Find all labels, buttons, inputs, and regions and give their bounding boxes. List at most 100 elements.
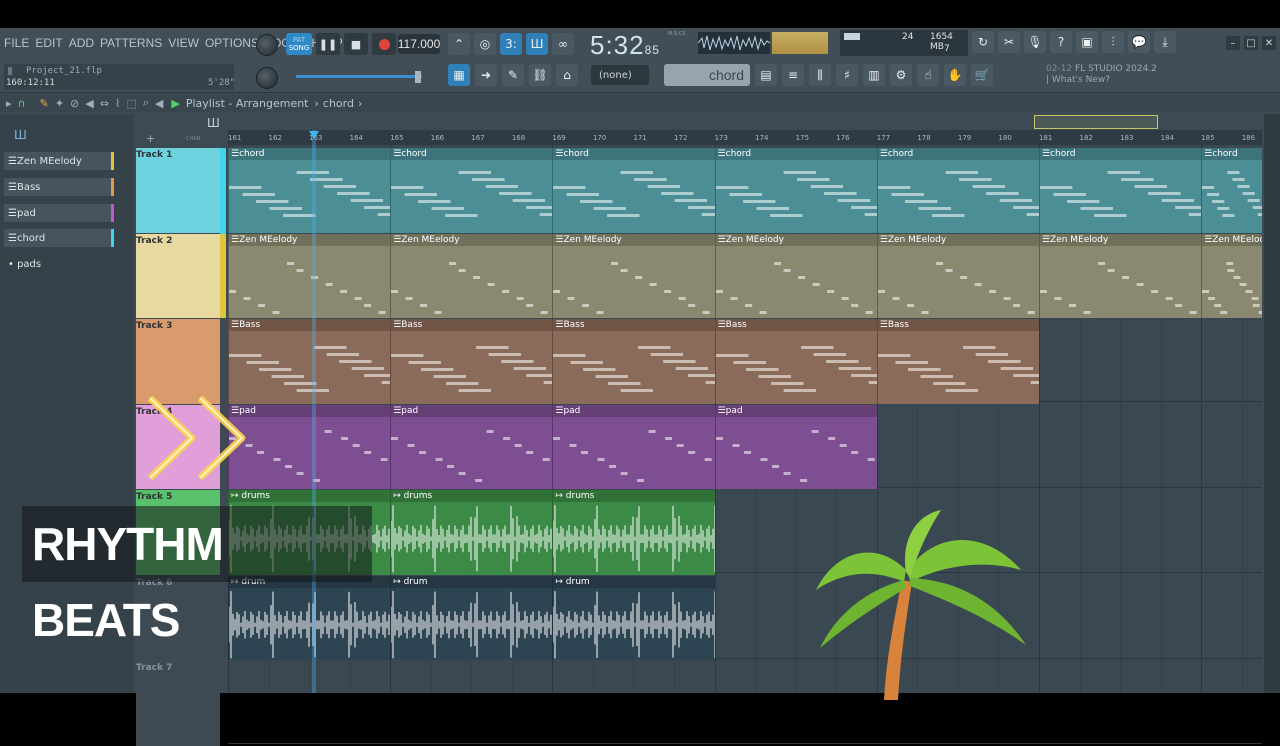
track-header[interactable]: Track 1 — [136, 148, 220, 233]
pattern-selector[interactable]: chord — [664, 64, 750, 86]
slip-tool-icon[interactable]: ⇔ — [100, 97, 109, 110]
menu-view[interactable]: VIEW — [168, 36, 199, 52]
magnet-icon[interactable]: ∩ — [18, 97, 26, 110]
timeline-ruler[interactable]: 161 162 163 164 165 166 167 168 169 170 171 172 173 1… — [228, 130, 1262, 145]
song-mode-button[interactable]: PAT SONG — [286, 33, 312, 55]
pattern-item[interactable]: ☰Bass — [4, 178, 114, 196]
play-pause-button[interactable]: ❚❚ — [316, 33, 340, 55]
snap-select[interactable]: (none) — [591, 65, 649, 85]
pattern-item[interactable]: ☰Zen MEelody — [4, 152, 114, 170]
mixer-view-icon[interactable]: ⫼ — [809, 64, 831, 86]
master-volume-knob[interactable] — [256, 34, 278, 56]
draw-tool-icon[interactable]: ✎ — [40, 97, 49, 110]
arrow-icon[interactable]: ➜ — [475, 64, 497, 86]
playlist-icon[interactable]: ▦ — [448, 64, 470, 86]
loop-record-icon[interactable]: ∞ — [552, 33, 574, 55]
pattern-clip[interactable]: ☰Bass — [552, 319, 715, 404]
slice-tool-icon[interactable]: ⌇ — [115, 97, 120, 110]
main-pitch-slider[interactable] — [296, 75, 422, 78]
close-icon[interactable]: ✕ — [1262, 36, 1276, 50]
mute-tool-icon[interactable]: ◀ — [85, 97, 93, 110]
tuner-icon[interactable]: ♯ — [836, 64, 858, 86]
add-track-icon[interactable]: + — [146, 132, 155, 145]
pattern-clip[interactable]: ☰Bass — [390, 319, 553, 404]
step-edit-icon[interactable]: Ш — [526, 33, 548, 55]
pattern-clip[interactable]: ☰chord — [390, 148, 553, 233]
pattern-clip[interactable]: ☰Zen MEelody — [228, 233, 391, 318]
hand-icon[interactable]: ✋ — [944, 64, 966, 86]
pattern-clip[interactable]: ↦ drums — [552, 490, 715, 575]
overview-window[interactable] — [1034, 115, 1158, 129]
master-pitch-knob[interactable] — [256, 67, 278, 89]
pattern-clip[interactable]: ☰Zen MEelody — [1038, 233, 1202, 318]
select-tool-icon[interactable]: ⬚ — [126, 97, 136, 110]
menu-options[interactable]: OPTIONS — [205, 36, 259, 52]
pattern-clip[interactable]: ↦ drum — [390, 575, 553, 660]
stop-button[interactable]: ■ — [344, 33, 368, 55]
pattern-item[interactable]: ☰chord — [4, 229, 114, 247]
mic-icon[interactable]: 🎙 — [1024, 31, 1046, 53]
view-toggle-icon[interactable]: Ш — [207, 116, 220, 130]
pattern-clip[interactable]: ☰Zen MEelody — [876, 233, 1039, 318]
pattern-clip[interactable]: ↦ drum — [228, 575, 391, 660]
maximize-icon[interactable]: □ — [1244, 36, 1258, 50]
pattern-item[interactable]: ☰pad — [4, 204, 114, 222]
zoom-tool-icon[interactable]: ⌕ — [143, 96, 149, 110]
vertical-scrollbar[interactable] — [1264, 114, 1280, 693]
pattern-view-icon[interactable]: Ш — [14, 128, 27, 142]
link-icon[interactable]: ⛓ — [529, 64, 551, 86]
news-panel[interactable]: 02-12 FL STUDIO 2024.2 | What's New? — [1046, 64, 1186, 90]
pattern-clip[interactable]: ☰Zen MEelody — [714, 233, 877, 318]
menu-add[interactable]: ADD — [69, 36, 94, 52]
menu-arrow-icon[interactable]: ▸ — [6, 97, 12, 110]
metronome-icon[interactable]: ⌃ — [448, 33, 470, 55]
delete-tool-icon[interactable]: ⊘ — [70, 97, 79, 110]
help-icon[interactable]: ? — [1050, 31, 1072, 53]
cart-icon[interactable]: 🛒 — [971, 64, 993, 86]
menu-edit[interactable]: EDIT — [35, 36, 62, 52]
playhead[interactable] — [312, 130, 316, 693]
save-icon[interactable]: ▣ — [1076, 31, 1098, 53]
stamp-icon[interactable]: ⌂ — [556, 64, 578, 86]
piano-roll-icon[interactable]: ▤ — [755, 64, 777, 86]
pattern-clip[interactable]: ☰chord — [552, 148, 715, 233]
pattern-clip[interactable]: ☰Zen MEelody — [552, 233, 715, 318]
plugin-icon[interactable]: ⚙ — [890, 64, 912, 86]
pattern-clip[interactable]: ☰Zen MEelody — [1201, 233, 1262, 318]
play-arrow-icon[interactable]: ▶ — [171, 97, 179, 110]
pattern-clip[interactable]: ☰chord — [714, 148, 877, 233]
playback-tool-icon[interactable]: ◀ — [155, 97, 163, 110]
download-icon[interactable]: ⤓ — [1154, 31, 1176, 53]
pattern-clip[interactable]: ☰pad — [390, 404, 553, 489]
menu-patterns[interactable]: PATTERNS — [100, 36, 162, 52]
track-header[interactable]: Track 2 — [136, 233, 220, 318]
pattern-clip[interactable]: ☰Bass — [714, 319, 877, 404]
tempo-display[interactable]: 117.000 — [398, 34, 440, 54]
track-header[interactable]: Track 7 — [136, 661, 220, 746]
pattern-clip[interactable]: ☰pad — [714, 404, 877, 489]
pattern-clip[interactable]: ☰Zen MEelody — [390, 233, 553, 318]
countdown-icon[interactable]: 3: — [500, 33, 522, 55]
pattern-clip[interactable]: ↦ drums — [390, 490, 553, 575]
pattern-item[interactable]: • pads — [4, 255, 114, 273]
chat-icon[interactable]: 💬 — [1128, 31, 1150, 53]
pattern-clip[interactable]: ↦ drum — [552, 575, 715, 660]
slider-handle[interactable] — [415, 71, 421, 83]
playhead-marker-icon[interactable] — [309, 131, 319, 139]
mixer-icon[interactable]: ⫶ — [1102, 31, 1124, 53]
channel-rack-icon[interactable]: ≡ — [782, 64, 804, 86]
pattern-clip[interactable]: ☰pad — [552, 404, 715, 489]
browser-icon[interactable]: ▥ — [863, 64, 885, 86]
wait-for-input-icon[interactable]: ◎ — [474, 33, 496, 55]
undo-icon[interactable]: ↻ — [972, 31, 994, 53]
record-button[interactable] — [372, 33, 396, 55]
minimize-icon[interactable]: – — [1226, 36, 1240, 50]
pattern-clip[interactable]: ☰chord — [1038, 148, 1202, 233]
pattern-clip[interactable]: ☰chord — [876, 148, 1039, 233]
menu-file[interactable]: FILE — [4, 36, 29, 52]
cut-icon[interactable]: ✂ — [998, 31, 1020, 53]
pattern-clip[interactable]: ☰chord — [1201, 148, 1262, 233]
pattern-clip[interactable]: ☰chord — [228, 148, 391, 233]
paint-tool-icon[interactable]: ✦ — [55, 97, 64, 110]
pattern-clip[interactable]: ☰Bass — [876, 319, 1039, 404]
